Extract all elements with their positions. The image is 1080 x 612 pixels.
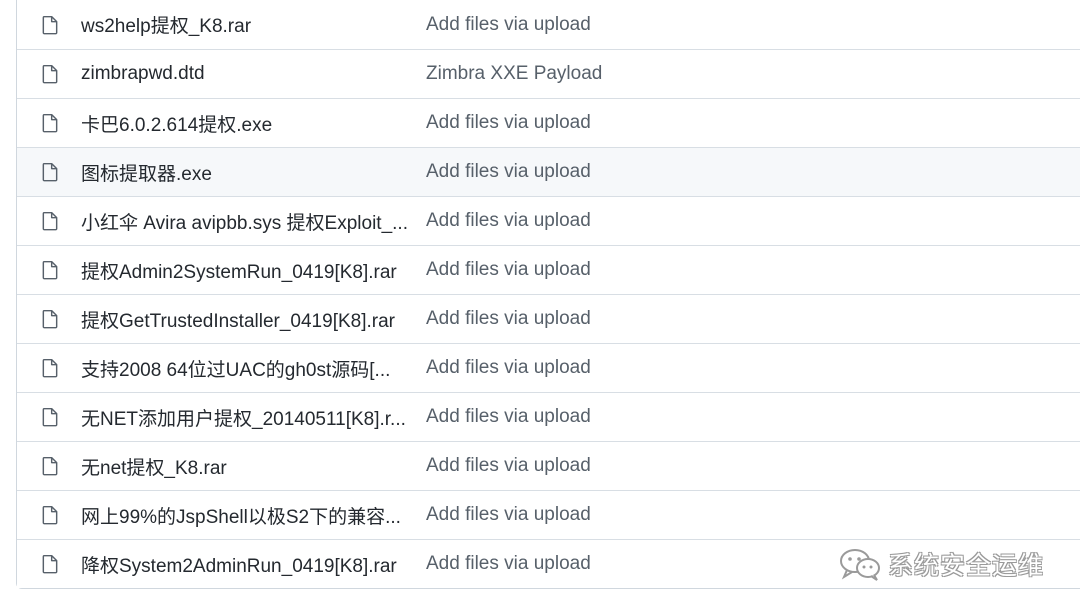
file-row[interactable]: 网上99%的JspShell以极S2下的兼容... Add files via u… bbox=[17, 490, 1080, 539]
commit-message-link[interactable]: Add files via upload bbox=[426, 161, 591, 183]
file-icon bbox=[17, 309, 81, 329]
file-name-link[interactable]: 降权System2AdminRun_0419[K8].rar bbox=[81, 551, 426, 578]
file-name-link[interactable]: 卡巴6.0.2.614提权.exe bbox=[81, 110, 426, 137]
file-name-link[interactable]: 提权Admin2SystemRun_0419[K8].rar bbox=[81, 257, 426, 284]
file-name-link[interactable]: 提权GetTrustedInstaller_0419[K8].rar bbox=[81, 306, 426, 333]
commit-message-link[interactable]: Add files via upload bbox=[426, 14, 591, 36]
file-icon bbox=[17, 15, 81, 35]
file-name-link[interactable]: 无NET添加用户提权_20140511[K8].r... bbox=[81, 404, 426, 431]
file-icon bbox=[17, 162, 81, 182]
file-name-link[interactable]: ws2help提权_K8.rar bbox=[81, 11, 426, 38]
file-row[interactable]: 提权Admin2SystemRun_0419[K8].rar Add files … bbox=[17, 245, 1080, 294]
file-name-link[interactable]: zimbrapwd.dtd bbox=[81, 63, 426, 85]
file-row[interactable]: 提权GetTrustedInstaller_0419[K8].rar Add fi… bbox=[17, 294, 1080, 343]
commit-message-link[interactable]: Add files via upload bbox=[426, 259, 591, 281]
file-icon bbox=[17, 260, 81, 280]
commit-message-link[interactable]: Add files via upload bbox=[426, 455, 591, 477]
file-row[interactable]: 图标提取器.exe Add files via upload bbox=[17, 147, 1080, 196]
commit-message-link[interactable]: Add files via upload bbox=[426, 357, 591, 379]
commit-message-link[interactable]: Add files via upload bbox=[426, 406, 591, 428]
watermark-text: 系统安全运维 bbox=[888, 552, 1045, 580]
commit-message-link[interactable]: Zimbra XXE Payload bbox=[426, 63, 602, 85]
commit-message-link[interactable]: Add files via upload bbox=[426, 112, 591, 134]
file-icon bbox=[17, 505, 81, 525]
file-row[interactable]: 无NET添加用户提权_20140511[K8].r... Add files vi… bbox=[17, 392, 1080, 441]
file-name-link[interactable]: 支持2008 64位过UAC的gh0st源码[... bbox=[81, 355, 426, 382]
file-name-link[interactable]: 小红伞 Avira avipbb.sys 提权Exploit_... bbox=[81, 208, 426, 235]
repository-file-browser: ws2help提权_K8.rar Add files via upload zimb… bbox=[0, 0, 1080, 612]
commit-message-link[interactable]: Add files via upload bbox=[426, 308, 591, 330]
file-list: ws2help提权_K8.rar Add files via upload zimb… bbox=[16, 0, 1080, 589]
file-row[interactable]: 小红伞 Avira avipbb.sys 提权Exploit_... Add fi… bbox=[17, 196, 1080, 245]
watermark: 系统安全运维 bbox=[838, 546, 1044, 582]
file-icon bbox=[17, 407, 81, 427]
commit-message-link[interactable]: Add files via upload bbox=[426, 553, 591, 575]
file-icon bbox=[17, 211, 81, 231]
file-row[interactable]: 无net提权_K8.rar Add files via upload bbox=[17, 441, 1080, 490]
file-row[interactable]: 卡巴6.0.2.614提权.exe Add files via upload bbox=[17, 98, 1080, 147]
file-icon bbox=[17, 554, 81, 574]
file-icon bbox=[17, 64, 81, 84]
file-name-link[interactable]: 网上99%的JspShell以极S2下的兼容... bbox=[81, 502, 426, 529]
commit-message-link[interactable]: Add files via upload bbox=[426, 210, 591, 232]
commit-message-link[interactable]: Add files via upload bbox=[426, 504, 591, 526]
file-icon bbox=[17, 456, 81, 476]
file-row[interactable]: zimbrapwd.dtd Zimbra XXE Payload bbox=[17, 49, 1080, 98]
file-name-link[interactable]: 无net提权_K8.rar bbox=[81, 453, 426, 480]
file-row[interactable]: 支持2008 64位过UAC的gh0st源码[... Add files via … bbox=[17, 343, 1080, 392]
wechat-icon bbox=[840, 549, 880, 581]
file-name-link[interactable]: 图标提取器.exe bbox=[81, 159, 426, 186]
file-icon bbox=[17, 358, 81, 378]
file-icon bbox=[17, 113, 81, 133]
file-row[interactable]: ws2help提权_K8.rar Add files via upload bbox=[17, 0, 1080, 49]
